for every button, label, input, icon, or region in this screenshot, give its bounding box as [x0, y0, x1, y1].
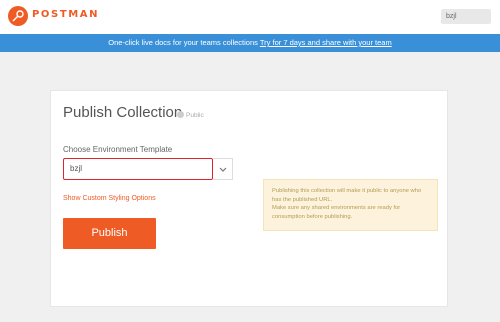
brand-name: POSTMAN	[32, 9, 100, 20]
page-title: Publish Collection	[63, 104, 183, 121]
visibility-label: Public	[186, 112, 204, 119]
notice-line-1: Publishing this collection will make it …	[272, 188, 422, 203]
promo-banner: One-click live docs for your teams colle…	[0, 34, 500, 52]
publish-notice: Publishing this collection will make it …	[263, 179, 438, 231]
visibility-badge: Public	[177, 111, 204, 119]
environment-select[interactable]: bzjl	[63, 158, 213, 180]
globe-icon	[177, 111, 184, 118]
environment-label: Choose Environment Template	[63, 145, 173, 154]
banner-trial-link[interactable]: Try for 7 days and share with your team	[260, 38, 392, 47]
top-bar: POSTMAN bzjl	[0, 0, 500, 34]
environment-dropdown-button[interactable]	[213, 158, 233, 180]
banner-text: One-click live docs for your teams colle…	[108, 38, 258, 47]
publish-button[interactable]: Publish	[63, 218, 156, 249]
user-menu[interactable]: bzjl	[441, 9, 491, 24]
chevron-down-icon	[219, 167, 227, 172]
custom-styling-link[interactable]: Show Custom Styling Options	[63, 195, 156, 202]
publish-card: Publish Collection Public Choose Environ…	[50, 90, 448, 307]
notice-line-2: Make sure any shared environments are re…	[272, 205, 401, 220]
postman-logo-icon[interactable]	[8, 6, 28, 26]
